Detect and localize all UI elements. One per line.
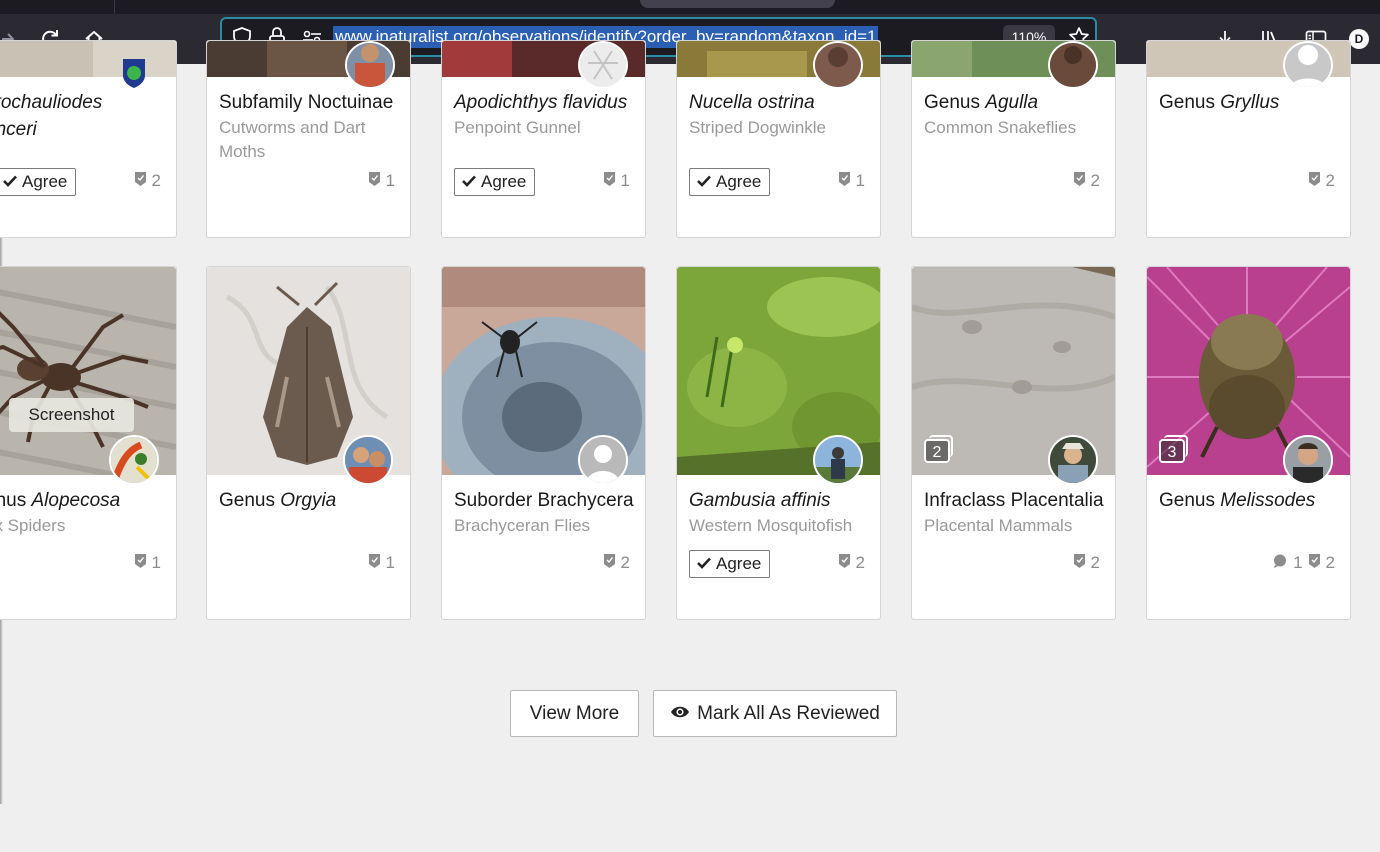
taxon-title[interactable]: Genus Gryllus xyxy=(1159,89,1279,116)
observation-card[interactable]: Screenshot enus Alopecosa ox Spiders 1 xyxy=(0,266,177,620)
identification-icon xyxy=(1308,171,1320,191)
identification-count: 2 xyxy=(1308,171,1335,191)
user-avatar[interactable] xyxy=(343,435,393,485)
agree-label: Agree xyxy=(481,172,527,191)
user-avatar[interactable] xyxy=(345,41,395,89)
taxon-title[interactable]: Nucella ostrina xyxy=(689,89,815,116)
identification-count: 1 xyxy=(134,553,161,573)
mark-all-reviewed-button[interactable]: Mark All As Reviewed xyxy=(653,690,897,737)
taxon-title[interactable]: otochauliodes xyxy=(0,89,102,116)
identification-count: 2 xyxy=(838,553,865,573)
user-avatar[interactable] xyxy=(1283,41,1333,89)
observation-card[interactable]: Genus Orgyia 1 xyxy=(206,266,411,620)
identification-count: 2 xyxy=(1325,553,1335,572)
agree-button[interactable]: Agree xyxy=(0,168,77,196)
identification-icon xyxy=(368,171,380,191)
taxon-title[interactable]: Genus Agulla xyxy=(924,89,1038,116)
taxon-title[interactable]: Apodichthys flavidus xyxy=(454,89,627,116)
user-avatar[interactable] xyxy=(1283,435,1333,485)
identification-icon xyxy=(134,171,146,191)
observation-card[interactable]: Genus Agulla Common Snakeflies 2 xyxy=(911,40,1116,238)
observation-card[interactable]: Nucella ostrina Striped Dogwinkle Agree … xyxy=(676,40,881,238)
account-avatar[interactable]: D xyxy=(1348,14,1370,64)
photo-count-badge: 2 xyxy=(924,435,953,463)
checkmark-icon xyxy=(697,172,711,192)
taxon-title[interactable]: Genus Melissodes xyxy=(1159,487,1315,514)
observation-card[interactable]: Apodichthys flavidus Penpoint Gunnel Agr… xyxy=(441,40,646,238)
taxon-title[interactable]: Suborder Brachycera xyxy=(454,487,634,514)
observation-card[interactable]: Subfamily Noctuinae Cutworms and Dart Mo… xyxy=(206,40,411,238)
agree-label: Agree xyxy=(716,554,762,573)
user-avatar[interactable] xyxy=(1048,435,1098,485)
observation-photo[interactable] xyxy=(0,41,176,77)
observation-card[interactable]: Genus Gryllus 2 xyxy=(1146,40,1351,238)
taxon-title[interactable]: Infraclass Placentalia xyxy=(924,487,1104,514)
common-name: Western Mosquitofish xyxy=(689,516,853,535)
common-name: ox Spiders xyxy=(0,516,66,535)
view-more-button[interactable]: View More xyxy=(510,690,639,737)
taxon-title[interactable]: Gambusia affinis xyxy=(689,487,831,514)
identification-count: 1 xyxy=(838,171,865,191)
observation-card[interactable]: Suborder Brachycera Brachyceran Flies 2 xyxy=(441,266,646,620)
identification-icon xyxy=(603,171,615,191)
common-name: Brachyceran Flies xyxy=(454,516,591,535)
observation-card[interactable]: 3 Genus Melissodes 1 2 xyxy=(1146,266,1351,620)
identification-count: 1 xyxy=(368,553,395,573)
common-name: Common Snakeflies xyxy=(924,118,1077,137)
identification-icon xyxy=(134,553,146,573)
taxon-title[interactable]: enus Alopecosa xyxy=(0,487,120,514)
agree-button[interactable]: Agree xyxy=(689,168,771,196)
taxon-title-line2[interactable]: enceri xyxy=(0,116,37,143)
identification-icon xyxy=(603,553,615,573)
tab-separator xyxy=(114,0,115,14)
observation-card[interactable]: Gambusia affinis Western Mosquitofish Ag… xyxy=(676,266,881,620)
eye-icon xyxy=(670,703,690,725)
identification-count: 1 xyxy=(603,171,630,191)
checkmark-icon xyxy=(462,172,476,192)
active-tab[interactable] xyxy=(640,0,835,8)
user-avatar[interactable] xyxy=(1048,41,1098,89)
profile-initial: D xyxy=(1349,29,1369,49)
checkmark-icon xyxy=(697,554,711,574)
user-avatar[interactable] xyxy=(109,435,159,485)
common-name: Penpoint Gunnel xyxy=(454,118,581,137)
taxon-title[interactable]: Genus Orgyia xyxy=(219,487,336,514)
user-avatar[interactable] xyxy=(578,435,628,485)
tab-strip xyxy=(0,0,1380,14)
checkmark-icon xyxy=(3,172,17,192)
user-avatar[interactable] xyxy=(813,41,863,89)
identification-count: 2 xyxy=(1073,553,1100,573)
taxon-title[interactable]: Subfamily Noctuinae xyxy=(219,89,393,116)
identification-count: 1 xyxy=(368,171,395,191)
identification-icon xyxy=(1308,553,1320,573)
agree-label: Agree xyxy=(716,172,762,191)
common-name: Placental Mammals xyxy=(924,516,1073,535)
identification-count: 2 xyxy=(134,171,161,191)
identification-icon xyxy=(368,553,380,573)
agree-button[interactable]: Agree xyxy=(454,168,536,196)
identification-icon xyxy=(838,553,850,573)
user-avatar[interactable] xyxy=(119,53,149,89)
activity-counts: 1 2 xyxy=(1273,553,1335,573)
comment-count: 1 xyxy=(1293,553,1303,572)
agree-label: Agree xyxy=(22,172,68,191)
observation-card[interactable]: 2 Infraclass Placentalia Placental Mamma… xyxy=(911,266,1116,620)
photo-count-badge: 3 xyxy=(1159,435,1188,463)
identification-icon xyxy=(1073,553,1085,573)
screenshot-tooltip: Screenshot xyxy=(9,398,134,432)
agree-button[interactable]: Agree xyxy=(689,550,771,578)
user-avatar[interactable] xyxy=(578,41,628,89)
identification-count: 2 xyxy=(603,553,630,573)
identification-icon xyxy=(838,171,850,191)
common-name: Cutworms and Dart Moths xyxy=(219,118,366,161)
observation-card[interactable]: otochauliodes enceri Agree 2 xyxy=(0,40,177,238)
comment-icon xyxy=(1273,553,1287,573)
identification-icon xyxy=(1073,171,1085,191)
user-avatar[interactable] xyxy=(813,435,863,485)
identification-count: 2 xyxy=(1073,171,1100,191)
common-name: Striped Dogwinkle xyxy=(689,118,827,137)
